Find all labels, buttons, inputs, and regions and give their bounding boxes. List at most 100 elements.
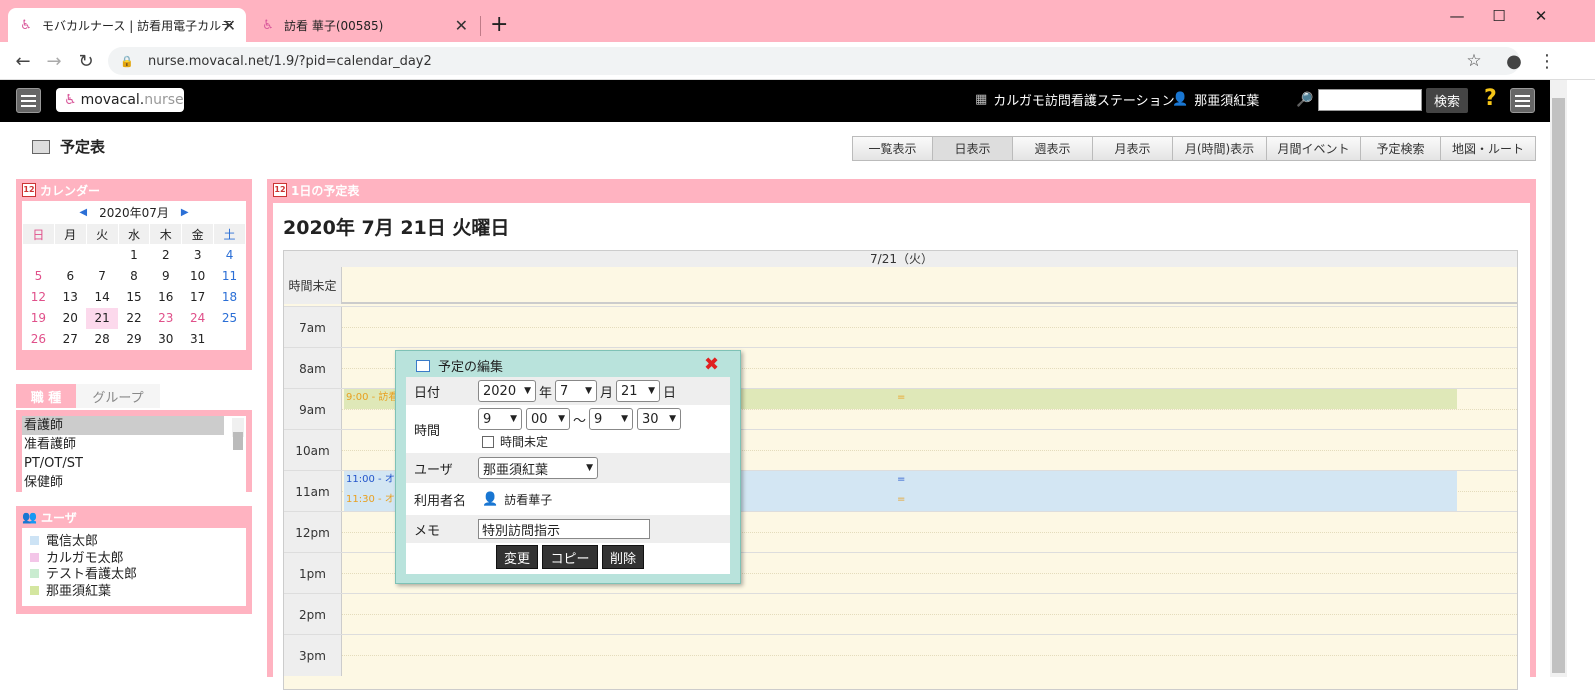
hamburger-menu-icon[interactable] (16, 88, 41, 113)
url-field[interactable]: 🔒 nurse.movacal.net/1.9/?pid=calendar_da… (108, 47, 1520, 75)
back-icon[interactable]: ← (12, 50, 34, 72)
current-user[interactable]: 👤 那亜須紅葉 (1172, 90, 1259, 109)
close-dialog-icon[interactable]: ✖ (704, 354, 719, 375)
calendar-day[interactable]: 5 (23, 266, 55, 287)
calendar-day-today[interactable]: 21 (86, 307, 119, 329)
list-item[interactable]: 那亜須紅葉 (30, 584, 238, 601)
calendar-day[interactable]: 19 (23, 308, 55, 329)
memo-input[interactable]: 特別訪問指示 (478, 519, 650, 539)
tab-map-route[interactable]: 地図・ルート (1440, 136, 1536, 161)
calendar-day[interactable]: 6 (54, 266, 86, 287)
close-tab-icon[interactable]: ✕ (223, 16, 236, 35)
copy-button[interactable]: コピー (542, 545, 598, 569)
next-month-icon[interactable]: ▶ (181, 207, 189, 218)
calendar-day[interactable]: 9 (150, 266, 182, 287)
hamburger-menu-right-icon[interactable] (1510, 88, 1535, 113)
list-item[interactable]: 看護師 (22, 416, 224, 435)
undecided-row[interactable]: 時間未定 (284, 267, 1517, 304)
new-tab-button[interactable]: + (490, 12, 508, 37)
calendar-day-holiday[interactable]: 24 (182, 308, 214, 329)
calendar-day[interactable]: 26 (23, 329, 55, 350)
calendar-day[interactable]: 13 (54, 287, 86, 308)
calendar-day[interactable] (214, 329, 246, 350)
hour-row[interactable]: 2pm (284, 593, 1517, 635)
patient-name[interactable]: 訪看華子 (504, 491, 552, 508)
tab-job-type[interactable]: 職 種 (16, 384, 76, 408)
list-item[interactable]: PT/OT/ST (22, 454, 246, 473)
tab-day-view[interactable]: 日表示 (932, 136, 1012, 161)
tab-month-view[interactable]: 月表示 (1092, 136, 1172, 161)
browser-tab[interactable]: ♿ 訪看 華子(00585) ✕ (250, 8, 478, 42)
list-item[interactable]: 保健師 (22, 473, 246, 492)
day-select[interactable]: 21 ▼ (616, 380, 661, 402)
calendar-day[interactable]: 10 (182, 266, 214, 287)
calendar-day[interactable]: 2 (150, 245, 182, 266)
calendar-day[interactable]: 8 (118, 266, 150, 287)
calendar-day[interactable]: 18 (214, 287, 246, 308)
year-select[interactable]: 2020 ▼ (478, 380, 536, 402)
calendar-day[interactable]: 15 (118, 287, 150, 308)
hour-row[interactable]: 3pm (284, 634, 1517, 676)
calendar-day[interactable] (54, 245, 86, 266)
calendar-day[interactable]: 22 (118, 308, 150, 329)
dialog-title[interactable]: 予定の編集 (416, 356, 503, 375)
calendar-day[interactable]: 27 (54, 329, 86, 350)
bookmark-star-icon[interactable]: ☆ (1463, 50, 1485, 72)
prev-month-icon[interactable]: ◀ (79, 207, 87, 218)
maximize-button[interactable]: ☐ (1479, 4, 1519, 28)
calendar-day[interactable]: 29 (118, 329, 150, 350)
browser-tab-active[interactable]: ♿ モバカルナース | 訪看用電子カルテ ✕ (8, 8, 246, 42)
list-item[interactable]: 電信太郎 (30, 534, 238, 551)
header-search-input[interactable] (1318, 89, 1422, 111)
calendar-day[interactable]: 31 (182, 329, 214, 350)
calendar-day[interactable]: 7 (86, 266, 118, 287)
browser-menu-icon[interactable]: ⋮ (1536, 50, 1558, 72)
end-minute-select[interactable]: 30 ▼ (637, 408, 682, 430)
change-button[interactable]: 変更 (496, 545, 538, 569)
minimize-button[interactable]: — (1437, 4, 1477, 28)
profile-icon[interactable]: ● (1503, 50, 1525, 72)
hour-row[interactable]: 7am (284, 306, 1517, 348)
calendar-day[interactable]: 28 (86, 329, 118, 350)
time-undecided-checkbox[interactable] (482, 435, 494, 448)
start-minute-select[interactable]: 00 ▼ (526, 408, 570, 430)
close-window-button[interactable]: ✕ (1521, 4, 1561, 28)
calendar-day[interactable]: 1 (118, 245, 150, 266)
job-type-listbox[interactable]: 看護師 准看護師 PT/OT/ST 保健師 (22, 416, 246, 492)
app-logo[interactable]: ♿ movacal. nurse (56, 88, 184, 112)
page-scrollbar[interactable] (1550, 80, 1567, 677)
end-hour-select[interactable]: 9 ▼ (589, 408, 634, 430)
tab-group[interactable]: グループ (76, 384, 160, 408)
calendar-day[interactable]: 30 (150, 329, 182, 350)
list-item[interactable]: カルガモ太郎 (30, 551, 238, 568)
delete-button[interactable]: 削除 (602, 545, 644, 569)
tab-monthly-events[interactable]: 月間イベント (1266, 136, 1360, 161)
listbox-scrollbar[interactable] (232, 418, 244, 450)
forward-icon[interactable]: → (43, 50, 65, 72)
calendar-day[interactable] (86, 245, 118, 266)
calendar-day[interactable]: 20 (54, 308, 86, 329)
close-tab-icon[interactable]: ✕ (455, 16, 468, 35)
help-icon[interactable]: ? (1484, 86, 1497, 111)
calendar-day[interactable]: 12 (23, 287, 55, 308)
calendar-day[interactable]: 4 (214, 245, 246, 266)
list-item[interactable]: 准看護師 (22, 435, 246, 454)
start-hour-select[interactable]: 9 ▼ (478, 408, 522, 430)
calendar-day[interactable]: 25 (214, 308, 246, 329)
search-button[interactable]: 検索 (1426, 88, 1468, 113)
list-item[interactable]: テスト看護太郎 (30, 567, 238, 584)
tab-schedule-search[interactable]: 予定検索 (1360, 136, 1440, 161)
reload-icon[interactable]: ↻ (75, 50, 97, 72)
calendar-day[interactable]: 11 (214, 266, 246, 287)
calendar-day-holiday[interactable]: 23 (150, 308, 182, 329)
station-name[interactable]: ▦ カルガモ訪問看護ステーション (975, 90, 1175, 109)
user-select[interactable]: 那亜須紅葉 ▼ (478, 457, 598, 479)
calendar-day[interactable]: 16 (150, 287, 182, 308)
calendar-day[interactable] (23, 245, 55, 266)
calendar-day[interactable]: 14 (86, 287, 118, 308)
tab-week-view[interactable]: 週表示 (1012, 136, 1092, 161)
month-select[interactable]: 7 ▼ (555, 380, 598, 402)
tab-list-view[interactable]: 一覧表示 (852, 136, 932, 161)
tab-month-time-view[interactable]: 月(時間)表示 (1172, 136, 1266, 161)
calendar-day[interactable]: 3 (182, 245, 214, 266)
